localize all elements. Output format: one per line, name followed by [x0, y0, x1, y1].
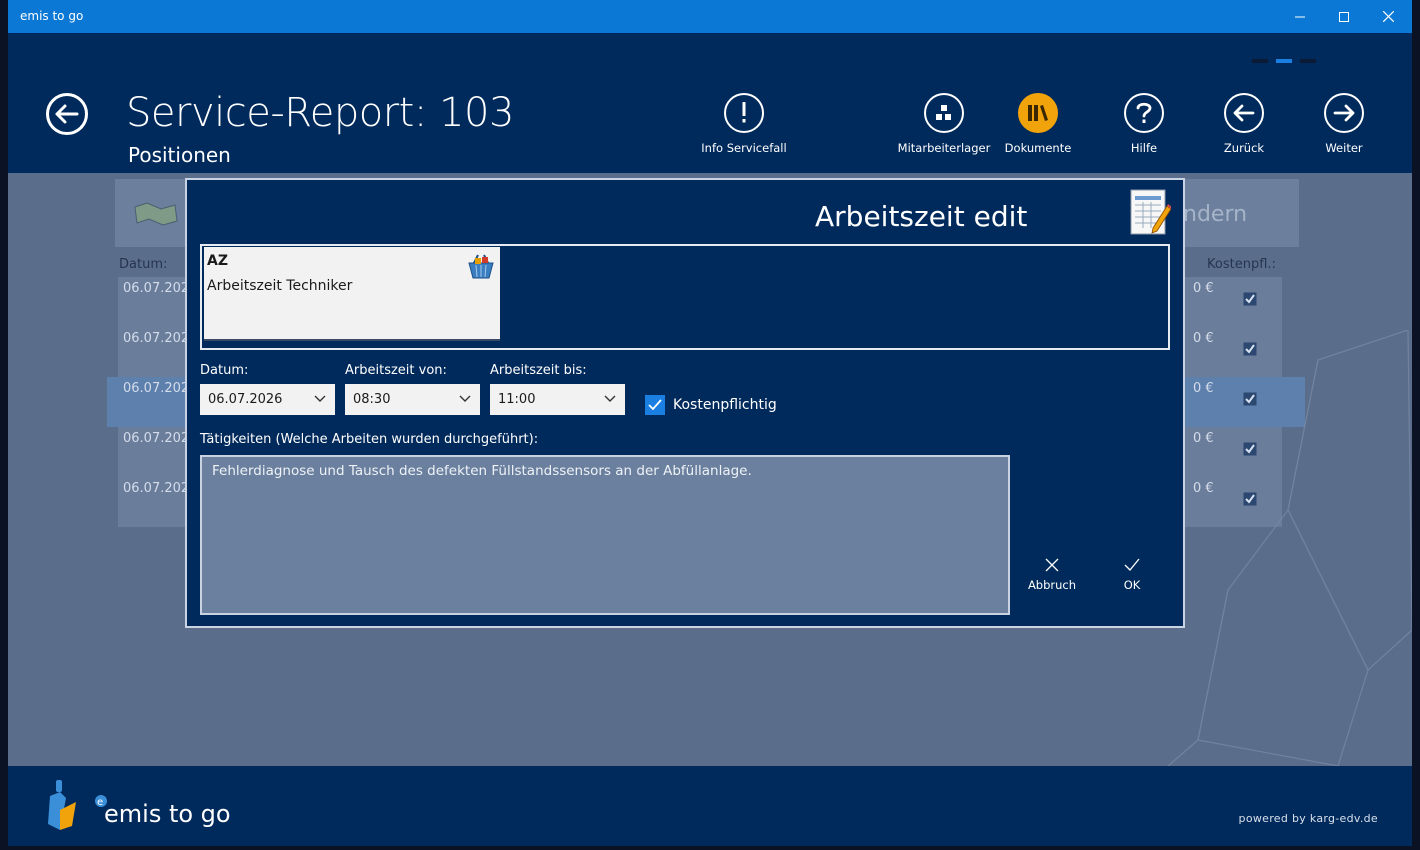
ok-button[interactable]: OK [1097, 558, 1167, 592]
checkmark-icon [648, 399, 662, 411]
page-dot [1252, 59, 1268, 63]
grid-icon [924, 93, 964, 133]
arbeitszeit-edit-dialog: Arbeitszeit edit AZ Arbeitszeit Technike… [185, 178, 1185, 628]
column-header-date: Datum: [119, 257, 168, 272]
maximize-icon [1339, 11, 1349, 22]
button-label: Weiter [1325, 141, 1363, 155]
toolbar-change-label: ndern [1183, 202, 1248, 227]
page-subtitle: Positionen [128, 143, 231, 167]
dialog-title: Arbeitszeit edit [815, 200, 1028, 233]
weiter-button[interactable]: Weiter [1289, 93, 1399, 155]
checkmark-icon [1124, 558, 1140, 571]
svg-text:e: e [97, 797, 103, 808]
app-window: emis to go Service-Report: 103 Positione… [8, 0, 1412, 846]
dokumente-button[interactable]: Dokumente [983, 93, 1093, 155]
activity-tile-area: AZ Arbeitszeit Techniker [200, 244, 1170, 350]
cancel-button[interactable]: Abbruch [1017, 558, 1087, 592]
date-value: 06.07.2026 [208, 392, 283, 407]
footer-brand: emis to go [104, 800, 231, 828]
page-title: Service-Report: 103 [126, 90, 514, 136]
button-label: Info Servicefall [701, 141, 787, 155]
info-servicefall-button[interactable]: Info Servicefall [689, 93, 799, 155]
maximize-button[interactable] [1322, 0, 1366, 33]
map-icon [134, 202, 178, 226]
page-dot [1300, 59, 1316, 63]
activity-code: AZ [207, 253, 228, 269]
exclamation-icon [724, 93, 764, 133]
chevron-down-icon [604, 395, 616, 402]
arrow-left-icon [55, 104, 79, 124]
minimize-icon [1295, 16, 1305, 17]
date-label: Datum: [200, 363, 249, 378]
decorative-polygon-pattern [1168, 330, 1412, 766]
app-header: Service-Report: 103 Positionen Info Serv… [8, 33, 1412, 173]
date-picker[interactable]: 06.07.2026 [200, 384, 335, 415]
close-icon [1382, 11, 1394, 22]
button-label: Dokumente [1004, 141, 1072, 155]
close-button[interactable] [1366, 0, 1410, 33]
chevron-down-icon [314, 395, 326, 402]
emis-logo-icon: e [48, 780, 107, 830]
row-amount: 0 € [1193, 281, 1214, 296]
books-icon [1018, 93, 1058, 133]
from-label: Arbeitszeit von: [345, 363, 447, 378]
arrow-left-icon [1224, 93, 1264, 133]
time-to-picker[interactable]: 11:00 [490, 384, 625, 415]
activities-textarea[interactable]: Fehlerdiagnose und Tausch des defekten F… [200, 455, 1010, 615]
zurueck-button[interactable]: Zurück [1189, 93, 1299, 155]
column-header-cost: Kostenpfl.: [1207, 257, 1276, 272]
arrow-right-icon [1324, 93, 1364, 133]
footer-powered-by: powered by karg-edv.de [1238, 812, 1378, 825]
activities-label: Tätigkeiten (Welche Arbeiten wurden durc… [200, 432, 539, 447]
app-footer: e emis to go powered by karg-edv.de [8, 766, 1412, 846]
basket-icon [468, 254, 494, 279]
title-bar: emis to go [8, 0, 1412, 33]
billable-checkbox[interactable] [645, 395, 665, 415]
nav-back-button[interactable] [46, 93, 88, 135]
window-title: emis to go [20, 9, 84, 23]
time-from-value: 08:30 [353, 392, 391, 407]
page-dot-active [1276, 59, 1292, 63]
time-from-picker[interactable]: 08:30 [345, 384, 480, 415]
cancel-label: Abbruch [1027, 578, 1077, 592]
activity-tile[interactable]: AZ Arbeitszeit Techniker [204, 247, 500, 341]
minimize-button[interactable] [1278, 0, 1322, 33]
document-edit-icon [1130, 189, 1171, 235]
time-to-value: 11:00 [498, 392, 536, 407]
button-label: Zurück [1223, 141, 1265, 155]
ok-label: OK [1123, 578, 1141, 592]
hilfe-button[interactable]: Hilfe [1089, 93, 1199, 155]
question-icon [1124, 93, 1164, 133]
billable-label[interactable]: Kostenpflichtig [673, 397, 777, 413]
button-label: Mitarbeiterlager [897, 141, 991, 155]
check-icon [1243, 292, 1257, 306]
button-label: Hilfe [1130, 141, 1158, 155]
close-icon [1045, 558, 1059, 572]
page-indicator [1252, 59, 1316, 63]
activity-label: Arbeitszeit Techniker [207, 278, 353, 294]
to-label: Arbeitszeit bis: [490, 363, 587, 378]
chevron-down-icon [459, 395, 471, 402]
